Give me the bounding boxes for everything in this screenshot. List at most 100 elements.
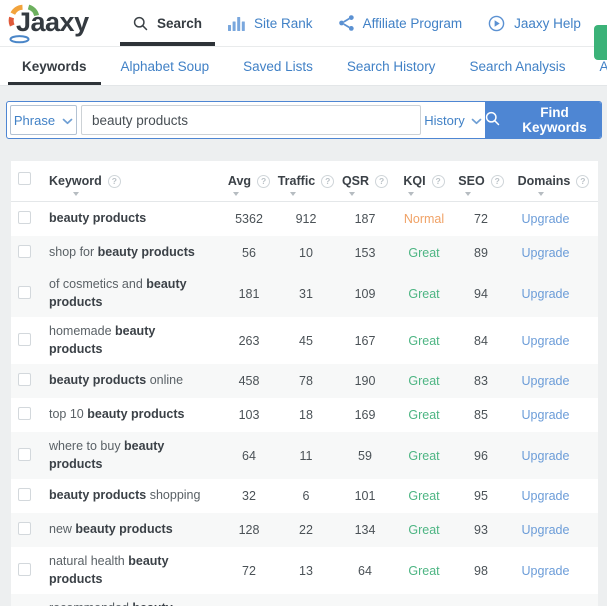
qsr-value: 101 <box>354 489 376 503</box>
keyword-bold: beauty products <box>87 407 185 422</box>
upgrade-link[interactable]: Upgrade <box>509 408 598 422</box>
upgrade-link[interactable]: Upgrade <box>509 374 598 388</box>
help-icon[interactable] <box>257 174 271 188</box>
tab-search-analysis[interactable]: Search Analysis <box>452 47 582 85</box>
tab-label: Keywords <box>22 58 87 74</box>
seo-value: 72 <box>474 212 488 226</box>
upgrade-link[interactable]: Upgrade <box>509 489 598 503</box>
kqi-status: Great <box>408 286 440 301</box>
row-checkbox[interactable] <box>18 407 31 420</box>
traffic-value: 45 <box>299 333 313 348</box>
nav-item-label: Search <box>157 15 203 31</box>
keyword-cell: natural health beauty products <box>49 547 221 594</box>
column-header-keyword[interactable]: Keyword <box>49 161 221 201</box>
select-all-checkbox[interactable] <box>18 172 31 185</box>
tab-label: Search Analysis <box>469 58 566 74</box>
keyword-bold: beauty products <box>97 245 195 260</box>
column-header-label: Avg <box>227 174 252 188</box>
keyword-search-input[interactable] <box>81 105 421 135</box>
row-select-cell <box>11 488 49 504</box>
help-icon[interactable] <box>490 174 504 188</box>
row-checkbox[interactable] <box>18 245 31 258</box>
help-icon[interactable] <box>107 174 121 188</box>
sort-caret-icon <box>73 192 79 196</box>
help-icon[interactable] <box>431 174 445 188</box>
upgrade-link[interactable]: Upgrade <box>509 334 598 348</box>
help-icon[interactable] <box>375 174 389 188</box>
keyword-prefix: homemade <box>49 324 116 338</box>
upgrade-link[interactable]: Upgrade <box>509 246 598 260</box>
kqi-status: Great <box>408 408 440 422</box>
nav-item-affiliate-program[interactable]: Affiliate Program <box>326 0 476 46</box>
phrase-select[interactable]: Phrase <box>10 105 77 135</box>
column-header-avg[interactable]: Avg <box>221 161 277 201</box>
sort-caret-icon <box>349 192 355 196</box>
column-header-kqi[interactable]: KQI <box>395 161 453 201</box>
find-keywords-button[interactable]: Find Keywords <box>485 102 601 138</box>
nav-item-site-rank[interactable]: Site Rank <box>215 0 326 46</box>
row-checkbox[interactable] <box>18 211 31 224</box>
row-checkbox[interactable] <box>18 522 31 535</box>
table-row: top 10 beauty products 103 18 169 Great 85 Upg… <box>11 398 598 432</box>
keyword-tool-tabs: Keywords Alphabet Soup Saved Lists Search H… <box>0 47 607 86</box>
tab-label: Saved Lists <box>243 58 313 74</box>
upgrade-link[interactable]: Upgrade <box>509 523 598 537</box>
row-select-cell <box>11 522 49 538</box>
row-checkbox[interactable] <box>18 285 31 299</box>
tab-label: Alphabet Soup <box>120 58 210 74</box>
row-select-cell <box>11 211 49 227</box>
kqi-status: Normal <box>403 212 445 226</box>
table-row: shop for beauty products 56 10 153 Great 89 Up… <box>11 236 598 270</box>
nav-item-search[interactable]: Search <box>120 0 215 46</box>
tab-alphabet-soup[interactable]: Alphabet Soup <box>104 47 227 85</box>
help-icon[interactable] <box>321 174 335 188</box>
jaaxy-logo[interactable]: Jaaxy <box>8 1 102 45</box>
avg-value: 458 <box>238 374 260 388</box>
tab-keywords[interactable]: Keywords <box>5 47 104 85</box>
upgrade-link[interactable]: Upgrade <box>509 212 598 226</box>
keyword-prefix: top 10 <box>49 407 88 422</box>
traffic-value: 78 <box>299 374 313 388</box>
keyword-cell: of cosmetics and beauty products <box>49 270 221 317</box>
keyword-prefix: of cosmetics and <box>49 277 147 291</box>
column-header-label: KQI <box>403 174 426 188</box>
keyword-prefix: recommended <box>49 601 132 606</box>
kqi-status: Great <box>408 374 440 388</box>
tab-label: Search History <box>346 58 436 74</box>
upgrade-link[interactable]: Upgrade <box>509 287 598 301</box>
row-checkbox[interactable] <box>18 488 31 501</box>
upgrade-link[interactable]: Upgrade <box>509 564 598 578</box>
column-header-seo[interactable]: SEO <box>453 161 509 201</box>
tab-saved-lists[interactable]: Saved Lists <box>226 47 330 85</box>
row-checkbox[interactable] <box>18 447 31 461</box>
column-header-label: Domains <box>517 174 571 188</box>
table-row: natural health beauty products 72 13 64 Grea… <box>11 547 598 594</box>
nav-item-jaaxy-help[interactable]: Jaaxy Help <box>475 0 594 46</box>
column-header-label: Traffic <box>277 174 316 188</box>
keyword-cell: where to buy beauty products <box>49 432 221 479</box>
row-checkbox[interactable] <box>18 373 31 386</box>
history-dropdown[interactable]: History <box>421 102 485 138</box>
help-icon[interactable] <box>576 174 590 188</box>
sort-caret-icon <box>408 192 414 196</box>
upgrade-link[interactable]: Upgrade <box>509 449 598 463</box>
nav-item-label: Site Rank <box>254 15 313 31</box>
table-row: of cosmetics and beauty products 181 31 109… <box>11 270 598 317</box>
row-checkbox[interactable] <box>18 332 31 346</box>
avg-value: 5362 <box>235 212 263 226</box>
seo-value: 85 <box>474 408 488 422</box>
keyword-bold: beauty products <box>49 373 147 388</box>
side-cta-button[interactable] <box>594 25 607 60</box>
seo-value: 98 <box>474 563 488 578</box>
column-header-qsr[interactable]: QSR <box>335 161 395 201</box>
column-header-traffic[interactable]: Traffic <box>277 161 335 201</box>
avg-value: 72 <box>242 563 256 578</box>
history-dropdown-label: History <box>424 112 465 128</box>
select-all-cell <box>11 172 49 190</box>
row-select-cell <box>11 285 49 302</box>
row-checkbox[interactable] <box>18 562 31 576</box>
top-navigation: Jaaxy Search Site Rank Affiliate Program Ja… <box>0 0 607 47</box>
keyword-cell: recommended beauty products <box>49 594 221 606</box>
column-header-domains[interactable]: Domains <box>509 161 598 201</box>
tab-search-history[interactable]: Search History <box>330 47 453 85</box>
